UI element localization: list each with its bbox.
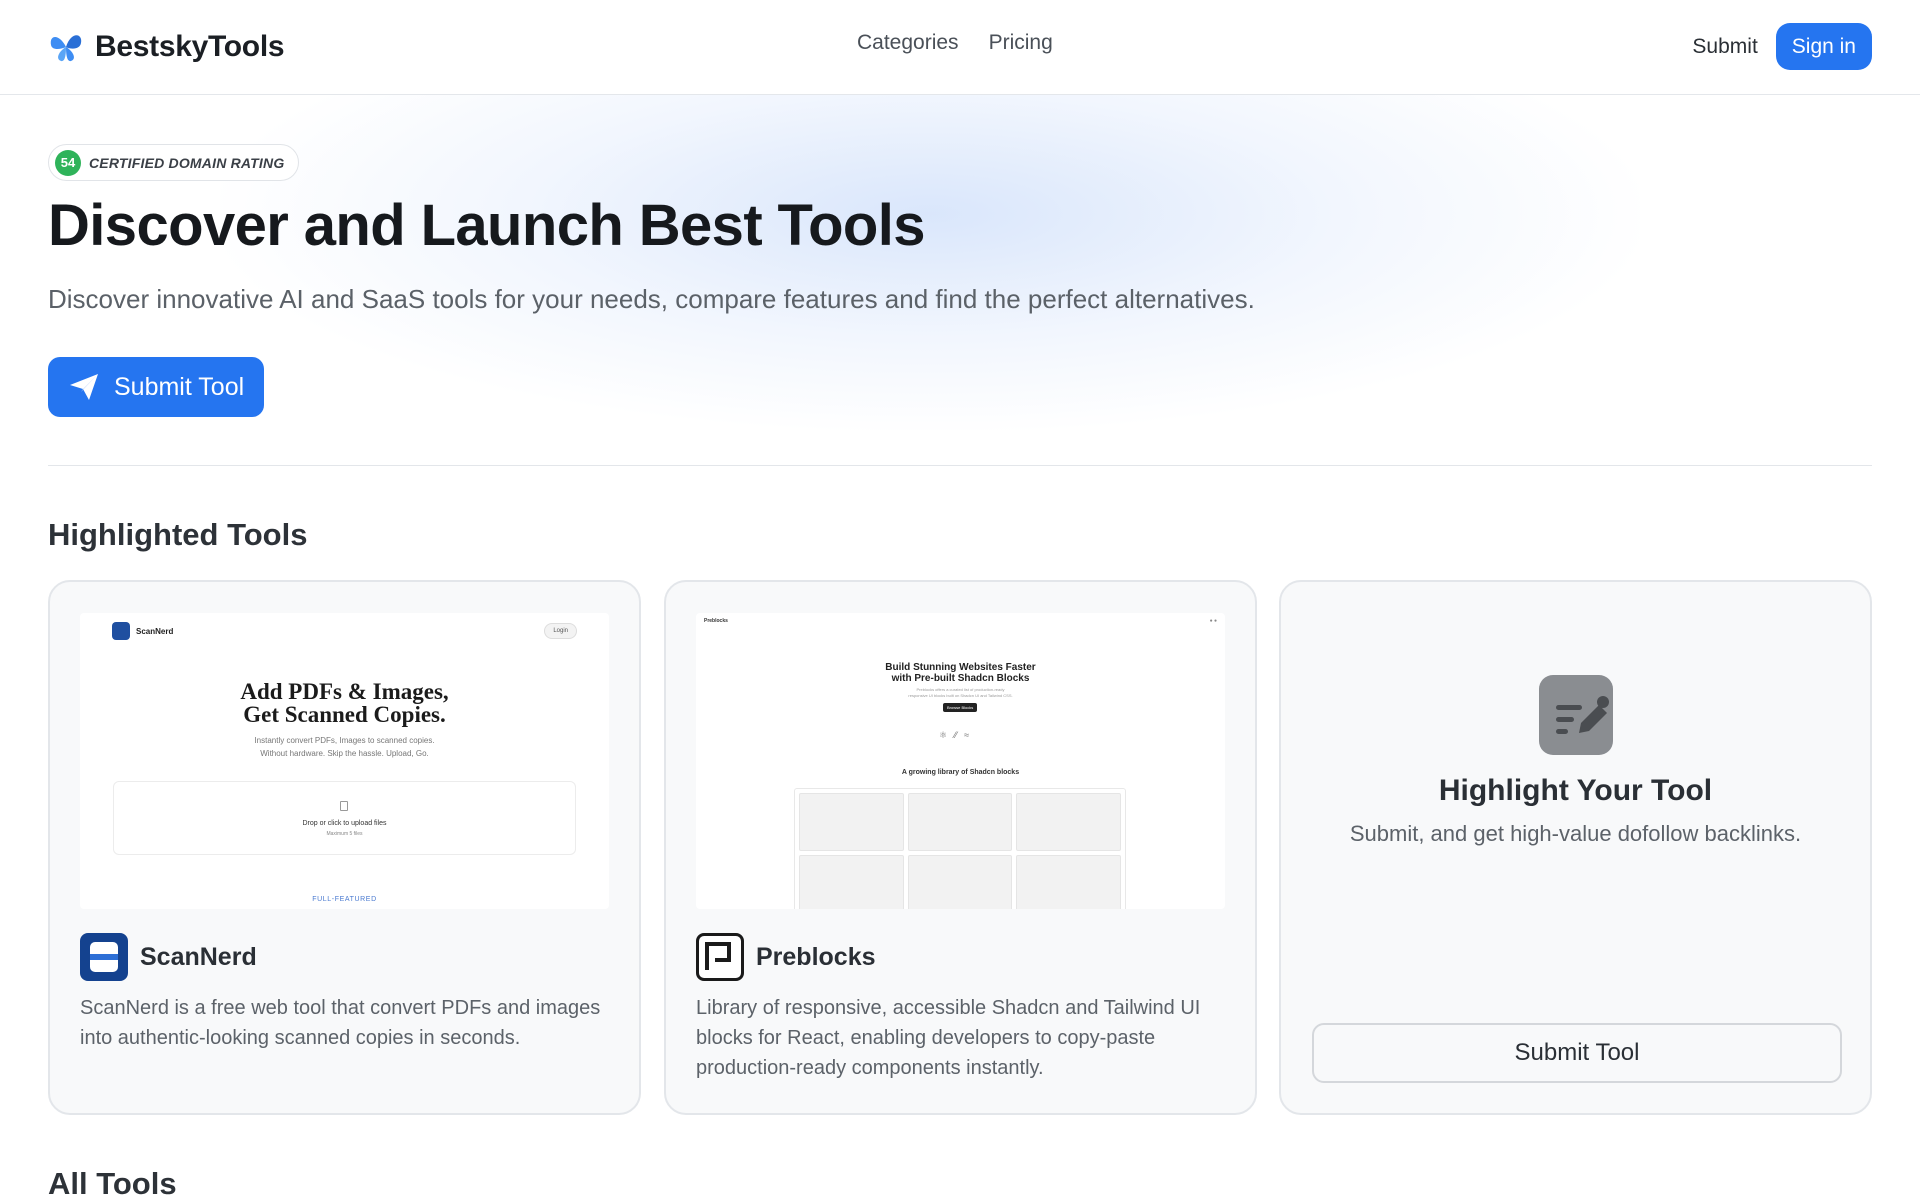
screenshot-button: Browse Blocks xyxy=(943,703,978,712)
shadcn-icon: ⁄⁄ xyxy=(954,730,958,740)
screenshot-headline: Add PDFs & Images, Get Scanned Copies. xyxy=(240,679,449,727)
all-tools-heading: All Tools xyxy=(48,1166,177,1200)
file-icon xyxy=(340,801,348,811)
screenshot-dropzone: Drop or click to upload files Maximum 5 … xyxy=(113,781,576,855)
screenshot-subtext: Instantly convert PDFs, Images to scanne… xyxy=(254,736,435,758)
hero-title: Discover and Launch Best Tools xyxy=(48,193,926,258)
butterfly-logo-icon xyxy=(50,35,82,62)
paper-plane-icon xyxy=(70,374,98,400)
screenshot-menu-icon: ● ● xyxy=(1209,618,1217,624)
screenshot-brand: Preblocks xyxy=(704,618,728,624)
tailwind-icon: ≈ xyxy=(964,730,970,740)
block-preview xyxy=(799,855,904,909)
domain-rating-badge[interactable]: 54 CERTIFIED DOMAIN RATING xyxy=(48,144,300,181)
tool-card-scannerd[interactable]: ScanNerd Login Add PDFs & Images, Get Sc… xyxy=(48,580,641,1115)
dropzone-subtext: Maximum 5 files xyxy=(326,831,363,837)
domain-rating-label: CERTIFIED DOMAIN RATING xyxy=(89,154,285,171)
tool-title-row: Preblocks xyxy=(696,933,876,981)
hero-subtitle: Discover innovative AI and SaaS tools fo… xyxy=(48,284,1255,314)
screenshot-brand: ScanNerd xyxy=(136,626,174,636)
promo-submit-tool-button[interactable]: Submit Tool xyxy=(1312,1023,1842,1083)
promo-subtitle: Submit, and get high-value dofollow back… xyxy=(1349,821,1802,846)
tool-name: ScanNerd xyxy=(140,942,257,971)
block-preview xyxy=(907,793,1013,851)
tool-description: Library of responsive, accessible Shadcn… xyxy=(696,997,1201,1079)
screenshot-feature-label: FULL-FEATURED xyxy=(312,896,377,903)
domain-rating-number: 54 xyxy=(55,149,81,176)
promo-title: Highlight Your Tool xyxy=(1438,774,1713,807)
block-preview xyxy=(799,793,904,851)
tool-name: Preblocks xyxy=(756,942,876,971)
tool-screenshot: Preblocks ● ● Build Stunning Websites Fa… xyxy=(696,613,1225,909)
main-nav: Categories Pricing xyxy=(857,31,1053,55)
screenshot-tech-icons: ⚛ ⁄⁄ ≈ xyxy=(939,730,969,741)
section-divider xyxy=(48,465,1872,466)
scannerd-mini-logo-icon xyxy=(112,622,130,640)
site-logo[interactable]: BestskyTools xyxy=(47,29,285,65)
tool-card-preblocks[interactable]: Preblocks ● ● Build Stunning Websites Fa… xyxy=(664,580,1257,1115)
block-preview xyxy=(1016,855,1121,909)
react-icon: ⚛ xyxy=(939,730,948,740)
submit-tool-button[interactable]: Submit Tool xyxy=(48,357,264,417)
scannerd-logo-icon xyxy=(80,933,128,981)
screenshot-header: ScanNerd xyxy=(112,622,173,640)
sign-in-button[interactable]: Sign in xyxy=(1775,23,1872,70)
header-actions: Submit Sign in xyxy=(1692,23,1872,70)
tool-title-row: ScanNerd xyxy=(80,933,257,981)
screenshot-library-heading: A growing library of Shadcn blocks xyxy=(901,769,1020,776)
screenshot-subtext: Preblocks offers a curated list of produ… xyxy=(908,687,1013,698)
screenshot-headline: Build Stunning Websites Faster with Pre-… xyxy=(885,662,1036,684)
tool-description: ScanNerd is a free web tool that convert… xyxy=(80,997,601,1049)
preblocks-logo-icon xyxy=(696,933,744,981)
logo-text: BestskyTools xyxy=(95,30,285,63)
edit-note-icon xyxy=(1539,675,1613,755)
nav-pricing[interactable]: Pricing xyxy=(989,31,1053,55)
highlight-promo-card: Highlight Your Tool Submit, and get high… xyxy=(1279,580,1872,1115)
screenshot-blocks-grid xyxy=(794,788,1126,909)
screenshot-login: Login xyxy=(544,623,577,639)
submit-tool-label: Submit Tool xyxy=(114,372,245,401)
header-submit-link[interactable]: Submit xyxy=(1692,35,1757,59)
dropzone-text: Drop or click to upload files xyxy=(302,820,387,827)
block-preview xyxy=(907,855,1013,909)
tool-screenshot: ScanNerd Login Add PDFs & Images, Get Sc… xyxy=(80,613,609,909)
top-header: BestskyTools Categories Pricing Submit S… xyxy=(0,0,1920,95)
highlighted-tools-heading: Highlighted Tools xyxy=(48,517,308,552)
block-preview xyxy=(1016,793,1121,851)
nav-categories[interactable]: Categories xyxy=(857,31,959,55)
